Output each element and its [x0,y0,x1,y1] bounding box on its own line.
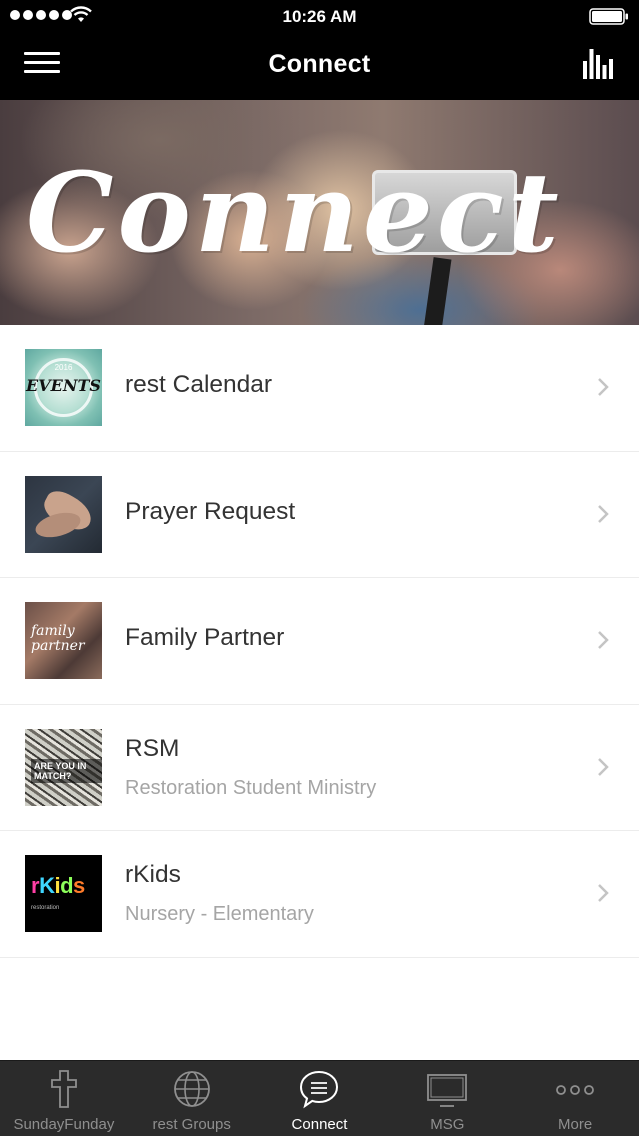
tab-connect[interactable]: Connect [256,1061,384,1136]
status-bar: 10:26 AM [0,0,639,32]
chevron-right-icon [598,378,609,396]
page-title: Connect [268,50,371,78]
hero-title: Connect [26,148,563,277]
events-thumbnail-label: EVENTS [26,376,101,395]
chevron-right-icon [598,631,609,649]
list-item-title: RSM [125,734,180,762]
tab-sundayfunday[interactable]: SundayFunday [0,1061,128,1136]
rkids-thumbnail-subtext: restoration [31,905,60,911]
family-partner-thumbnail: family partner [25,602,102,679]
tab-label: Connect [291,1116,348,1133]
rsm-thumbnail-label: ARE YOU IN MATCH? [31,758,102,783]
chevron-right-icon [598,504,609,523]
status-time: 10:26 AM [282,7,357,26]
list-item-title: rKids [125,861,181,888]
list-item-family-partner[interactable]: family partner Family Partner [0,578,639,705]
tab-label: rest Groups [152,1116,231,1133]
prayer-thumbnail [25,475,102,553]
family-partner-thumbnail-label: family partner [31,623,85,654]
list-item-subtitle: Nursery - Elementary [125,903,314,925]
rsm-thumbnail: ARE YOU IN MATCH? [25,728,102,806]
tab-msg[interactable]: MSG [383,1061,511,1136]
tab-more[interactable]: More [511,1061,639,1136]
connect-list: 2016 EVENTS rest Calendar Prayer Request… [0,325,639,958]
tab-label: SundayFunday [13,1116,115,1133]
rkids-thumbnail: rKids restoration [25,855,102,932]
tab-label: MSG [430,1116,465,1133]
chevron-right-icon [598,757,609,776]
chevron-right-icon [598,884,609,902]
list-item-prayer-request[interactable]: Prayer Request [0,451,639,578]
list-item-title: Prayer Request [125,497,296,525]
list-item-rsm[interactable]: ARE YOU IN MATCH? RSM Restoration Studen… [0,704,639,831]
navigation-bar: Connect [0,32,639,100]
list-item-subtitle: Restoration Student Ministry [125,776,377,799]
battery-icon [589,8,628,25]
bar-chart-icon[interactable] [583,47,613,79]
globe-icon [173,1071,210,1107]
cross-icon [50,1070,77,1108]
events-thumbnail-year: 2016 [54,363,73,372]
hero-banner-image: Connect [0,100,639,325]
list-item-title: Family Partner [125,624,285,651]
events-thumbnail: 2016 EVENTS [25,349,102,426]
more-dots-icon [556,1085,594,1095]
list-item-title: rest Calendar [125,371,273,398]
monitor-icon [427,1074,468,1107]
list-item-rkids[interactable]: rKids restoration rKids Nursery - Elemen… [0,831,639,958]
chat-bubble-icon [300,1070,339,1109]
rkids-logo: rKids [31,873,85,898]
tab-bar: SundayFunday rest Groups Connect MSG Mor… [0,1060,639,1136]
tab-label: More [557,1116,593,1133]
list-item-rest-calendar[interactable]: 2016 EVENTS rest Calendar [0,325,639,452]
tab-rest-groups[interactable]: rest Groups [128,1061,256,1136]
